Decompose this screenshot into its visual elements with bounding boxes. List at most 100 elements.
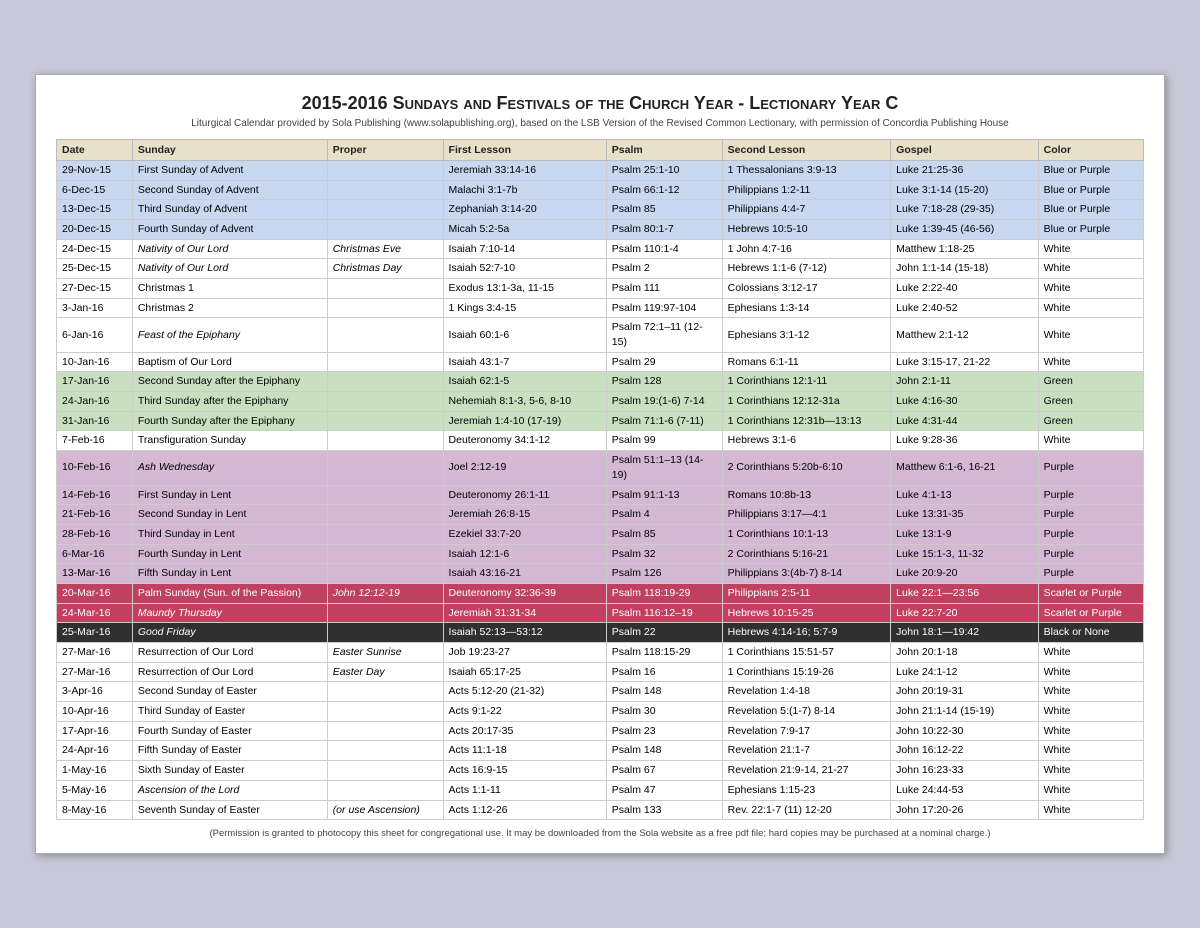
table-cell: Matthew 6:1-6, 16-21 (891, 451, 1038, 485)
table-cell: 1 Corinthians 15:51-57 (722, 643, 891, 663)
table-cell: 5-May-16 (57, 780, 133, 800)
table-cell: Resurrection of Our Lord (132, 662, 327, 682)
table-cell: Psalm 67 (606, 761, 722, 781)
table-cell: John 17:20-26 (891, 800, 1038, 820)
table-cell: Isaiah 52:13—53:12 (443, 623, 606, 643)
table-cell (327, 200, 443, 220)
table-cell: 24-Apr-16 (57, 741, 133, 761)
table-cell (327, 411, 443, 431)
table-cell: Luke 13:31-35 (891, 505, 1038, 525)
table-cell: White (1038, 278, 1143, 298)
table-cell (327, 485, 443, 505)
table-cell: White (1038, 721, 1143, 741)
table-row: 24-Apr-16Fifth Sunday of EasterActs 11:1… (57, 741, 1144, 761)
table-cell: 10-Jan-16 (57, 352, 133, 372)
table-cell: 27-Mar-16 (57, 662, 133, 682)
table-cell (327, 392, 443, 412)
table-cell: White (1038, 741, 1143, 761)
table-cell: 1 John 4:7-16 (722, 239, 891, 259)
table-cell: Psalm 32 (606, 544, 722, 564)
table-cell: 27-Dec-15 (57, 278, 133, 298)
table-row: 6-Jan-16Feast of the EpiphanyIsaiah 60:1… (57, 318, 1144, 352)
table-cell: Third Sunday of Easter (132, 702, 327, 722)
table-cell: 10-Apr-16 (57, 702, 133, 722)
table-cell (327, 318, 443, 352)
table-cell: Deuteronomy 32:36-39 (443, 583, 606, 603)
table-cell: Luke 22:1—23:56 (891, 583, 1038, 603)
table-cell: 10-Feb-16 (57, 451, 133, 485)
table-cell: Psalm 2 (606, 259, 722, 279)
table-cell: 1-May-16 (57, 761, 133, 781)
table-cell: 13-Mar-16 (57, 564, 133, 584)
table-cell: Psalm 116:12–19 (606, 603, 722, 623)
table-cell: Isaiah 60:1-6 (443, 318, 606, 352)
table-cell: Sixth Sunday of Easter (132, 761, 327, 781)
table-row: 24-Dec-15Nativity of Our LordChristmas E… (57, 239, 1144, 259)
table-cell: 17-Apr-16 (57, 721, 133, 741)
table-cell: Psalm 16 (606, 662, 722, 682)
table-cell: Luke 7:18-28 (29-35) (891, 200, 1038, 220)
table-cell: Isaiah 7:10-14 (443, 239, 606, 259)
table-cell: 6-Dec-15 (57, 180, 133, 200)
table-cell: Maundy Thursday (132, 603, 327, 623)
table-row: 7-Feb-16Transfiguration SundayDeuteronom… (57, 431, 1144, 451)
table-cell: 1 Corinthians 12:1-11 (722, 372, 891, 392)
table-cell: White (1038, 298, 1143, 318)
table-cell: Joel 2:12-19 (443, 451, 606, 485)
table-cell: Psalm 118:15-29 (606, 643, 722, 663)
table-cell: 1 Corinthians 12:31b—13:13 (722, 411, 891, 431)
main-title: 2015-2016 Sundays and Festivals of the C… (56, 93, 1144, 114)
table-cell: Revelation 5:(1-7) 8-14 (722, 702, 891, 722)
table-cell: White (1038, 352, 1143, 372)
table-cell: Baptism of Our Lord (132, 352, 327, 372)
table-cell: Isaiah 43:1-7 (443, 352, 606, 372)
table-cell (327, 298, 443, 318)
table-cell: Christmas Day (327, 259, 443, 279)
table-cell: Ash Wednesday (132, 451, 327, 485)
table-cell: Psalm 51:1–13 (14-19) (606, 451, 722, 485)
lectionary-table: Date Sunday Proper First Lesson Psalm Se… (56, 139, 1144, 820)
table-cell: Psalm 66:1-12 (606, 180, 722, 200)
table-cell: Jeremiah 26:8-15 (443, 505, 606, 525)
table-row: 27-Mar-16Resurrection of Our LordEaster … (57, 643, 1144, 663)
table-cell: Luke 1:39-45 (46-56) (891, 219, 1038, 239)
table-cell: 27-Mar-16 (57, 643, 133, 663)
table-cell: Third Sunday after the Epiphany (132, 392, 327, 412)
col-header-psalm: Psalm (606, 139, 722, 160)
table-cell: Isaiah 43:16-21 (443, 564, 606, 584)
table-row: 8-May-16Seventh Sunday of Easter(or use … (57, 800, 1144, 820)
table-cell: Psalm 119:97-104 (606, 298, 722, 318)
table-cell: Luke 4:1-13 (891, 485, 1038, 505)
table-cell: White (1038, 662, 1143, 682)
table-cell: Second Sunday of Advent (132, 180, 327, 200)
table-cell: 1 Kings 3:4-15 (443, 298, 606, 318)
table-row: 25-Dec-15Nativity of Our LordChristmas D… (57, 259, 1144, 279)
table-row: 6-Mar-16Fourth Sunday in LentIsaiah 12:1… (57, 544, 1144, 564)
table-cell: Hebrews 10:5-10 (722, 219, 891, 239)
table-cell (327, 702, 443, 722)
table-cell: Luke 20:9-20 (891, 564, 1038, 584)
table-cell: John 2:1-11 (891, 372, 1038, 392)
table-cell: Luke 22:7-20 (891, 603, 1038, 623)
table-cell: John 20:19-31 (891, 682, 1038, 702)
table-cell: Fourth Sunday of Advent (132, 219, 327, 239)
table-cell (327, 278, 443, 298)
table-cell: Revelation 21:9-14, 21-27 (722, 761, 891, 781)
table-cell: Deuteronomy 26:1-11 (443, 485, 606, 505)
table-cell: Psalm 72:1–11 (12-15) (606, 318, 722, 352)
table-cell: Romans 6:1-11 (722, 352, 891, 372)
table-cell: Third Sunday in Lent (132, 524, 327, 544)
table-row: 1-May-16Sixth Sunday of EasterActs 16:9-… (57, 761, 1144, 781)
col-header-second: Second Lesson (722, 139, 891, 160)
table-cell: Psalm 71:1-6 (7-11) (606, 411, 722, 431)
table-cell (327, 352, 443, 372)
table-cell: Hebrews 10:15-25 (722, 603, 891, 623)
table-cell (327, 431, 443, 451)
table-cell: 28-Feb-16 (57, 524, 133, 544)
table-cell: Feast of the Epiphany (132, 318, 327, 352)
table-row: 29-Nov-15First Sunday of AdventJeremiah … (57, 160, 1144, 180)
table-cell: Matthew 2:1-12 (891, 318, 1038, 352)
table-cell: Psalm 126 (606, 564, 722, 584)
table-cell: Ascension of the Lord (132, 780, 327, 800)
table-cell: John 12:12-19 (327, 583, 443, 603)
